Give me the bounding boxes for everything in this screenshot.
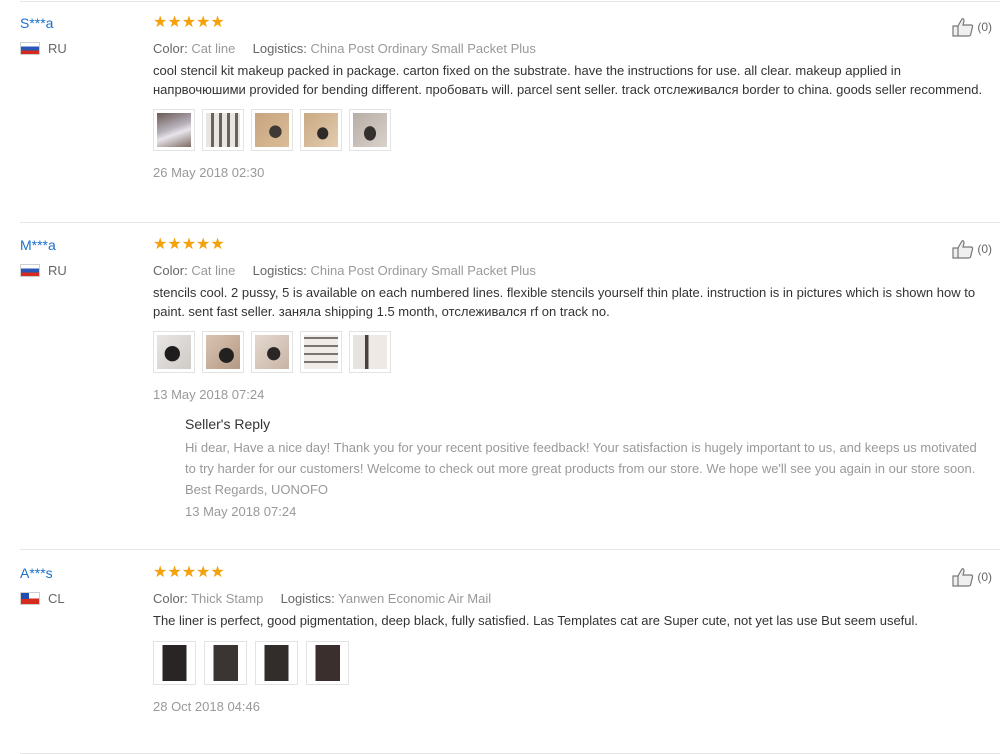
review-photo-thumbnail[interactable] — [349, 331, 391, 373]
review-text: The liner is perfect, good pigmentation,… — [153, 613, 919, 628]
review-date: 28 Oct 2018 04:46 — [153, 698, 260, 714]
reviewer-country: RU — [20, 41, 140, 56]
logistics-value: China Post Ordinary Small Packet Plus — [310, 263, 536, 278]
review-photo-thumbnail[interactable] — [251, 331, 293, 373]
country-code: RU — [48, 41, 67, 56]
thumbs-up-icon — [952, 240, 974, 259]
reviewer-info: M***a RU — [20, 237, 140, 278]
review-content: ★★★★★ Color: Cat line Logistics: China P… — [153, 237, 988, 519]
helpful-button[interactable]: (0) — [951, 567, 992, 587]
review-photo-thumbnail[interactable] — [300, 331, 342, 373]
review-photo-thumbnail[interactable] — [202, 109, 244, 151]
review-photo-thumbnail[interactable] — [349, 109, 391, 151]
seller-reply: Seller's Reply Hi dear, Have a nice day!… — [185, 416, 988, 519]
review-item: S***a RU ★★★★★ Color: Cat line Logistics… — [20, 15, 1000, 223]
logistics-label: Logistics: — [252, 41, 307, 56]
review-item: A***s CL ★★★★★ Color: Thick Stamp Logist… — [20, 565, 1000, 754]
star-rating: ★★★★★ — [153, 236, 225, 253]
review-meta: Color: Cat line Logistics: China Post Or… — [153, 41, 988, 56]
russia-flag-icon — [20, 264, 40, 277]
review-date: 26 May 2018 02:30 — [153, 165, 265, 180]
review-text: stencils cool. 2 pussy, 5 is available o… — [153, 285, 976, 319]
reviewer-name[interactable]: A***s — [20, 565, 140, 581]
color-label: Color: — [153, 263, 188, 278]
review-meta: Color: Thick Stamp Logistics: Yanwen Eco… — [153, 591, 988, 606]
color-value: Thick Stamp — [191, 591, 264, 606]
reviewer-country: RU — [20, 263, 140, 278]
seller-reply-title: Seller's Reply — [185, 416, 271, 432]
reviewer-name[interactable]: S***a — [20, 15, 140, 31]
star-rating: ★★★★★ — [153, 564, 225, 581]
review-photos — [153, 109, 988, 151]
review-photo-thumbnail[interactable] — [204, 640, 247, 685]
star-rating: ★★★★★ — [153, 14, 225, 31]
country-code: CL — [48, 591, 65, 606]
reviewer-info: S***a RU — [20, 15, 140, 56]
helpful-count: (0) — [977, 242, 992, 256]
seller-reply-date: 13 May 2018 07:24 — [185, 504, 297, 519]
logistics-label: Logistics: — [280, 591, 335, 606]
reviewer-info: A***s CL — [20, 565, 140, 606]
review-photos — [153, 640, 988, 685]
review-photo-thumbnail[interactable] — [153, 331, 195, 373]
reviewer-name[interactable]: M***a — [20, 237, 140, 253]
review-photo-thumbnail[interactable] — [255, 640, 298, 685]
top-divider — [20, 1, 1000, 2]
review-item: M***a RU ★★★★★ Color: Cat line Logistics… — [20, 237, 1000, 550]
logistics-label: Logistics: — [252, 263, 307, 278]
helpful-button[interactable]: (0) — [951, 17, 992, 37]
helpful-count: (0) — [977, 570, 992, 584]
helpful-count: (0) — [977, 20, 992, 34]
review-photo-thumbnail[interactable] — [153, 640, 196, 685]
logistics-value: Yanwen Economic Air Mail — [338, 591, 492, 606]
color-value: Cat line — [191, 41, 236, 56]
review-content: ★★★★★ Color: Thick Stamp Logistics: Yanw… — [153, 565, 988, 714]
review-photo-thumbnail[interactable] — [306, 640, 349, 685]
review-photo-thumbnail[interactable] — [202, 331, 244, 373]
review-text: cool stencil kit makeup packed in packag… — [153, 63, 983, 97]
review-photo-thumbnail[interactable] — [251, 109, 293, 151]
russia-flag-icon — [20, 42, 40, 55]
color-label: Color: — [153, 41, 188, 56]
logistics-value: China Post Ordinary Small Packet Plus — [310, 41, 536, 56]
review-photo-thumbnail[interactable] — [153, 109, 195, 151]
thumbs-up-icon — [952, 568, 974, 587]
country-code: RU — [48, 263, 67, 278]
review-photos — [153, 331, 988, 373]
helpful-button[interactable]: (0) — [951, 239, 992, 259]
chile-flag-icon — [20, 592, 40, 605]
reviewer-country: CL — [20, 591, 140, 606]
review-meta: Color: Cat line Logistics: China Post Or… — [153, 263, 988, 278]
review-photo-thumbnail[interactable] — [300, 109, 342, 151]
color-value: Cat line — [191, 263, 236, 278]
seller-reply-text: Hi dear, Have a nice day! Thank you for … — [185, 440, 977, 497]
color-label: Color: — [153, 591, 188, 606]
review-date: 13 May 2018 07:24 — [153, 387, 265, 402]
review-content: ★★★★★ Color: Cat line Logistics: China P… — [153, 15, 988, 180]
thumbs-up-icon — [952, 18, 974, 37]
